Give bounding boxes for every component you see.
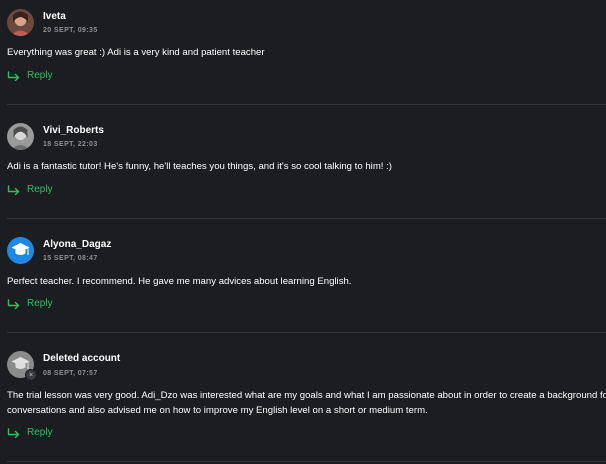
comment-text: Everything was great :) Adi is a very ki… <box>7 47 265 58</box>
reply-label: Reply <box>27 298 53 309</box>
comment-text: Adi is a fantastic tutor! He's funny, he… <box>7 161 392 172</box>
reply-label: Reply <box>27 70 53 81</box>
reply-arrow-icon <box>7 427 20 438</box>
author-name[interactable]: Vivi_Roberts <box>43 125 104 136</box>
comment-text: Perfect teacher. I recommend. He gave me… <box>7 276 352 287</box>
avatar[interactable] <box>7 123 34 150</box>
reply-arrow-icon <box>7 298 20 309</box>
comment-timestamp: 08 SEPT, 07:57 <box>43 370 98 377</box>
comment-divider <box>7 104 606 105</box>
close-icon: × <box>25 369 37 381</box>
reply-arrow-icon <box>7 70 20 81</box>
reply-button[interactable]: Reply <box>7 427 53 438</box>
comment-text: conversations and also advised me on how… <box>7 405 428 416</box>
comment-text: The trial lesson was very good. Adi_Dzo … <box>7 390 606 401</box>
comment-divider <box>7 218 606 219</box>
reply-label: Reply <box>27 184 53 195</box>
reply-button[interactable]: Reply <box>7 70 53 81</box>
comment-divider <box>7 332 606 333</box>
reply-label: Reply <box>27 427 53 438</box>
reply-arrow-icon <box>7 184 20 195</box>
reply-button[interactable]: Reply <box>7 184 53 195</box>
author-name[interactable]: Alyona_Dagaz <box>43 239 111 250</box>
comment-timestamp: 20 SEPT, 09:35 <box>43 27 98 34</box>
comment-divider <box>7 461 606 462</box>
avatar[interactable] <box>7 237 34 264</box>
avatar[interactable] <box>7 9 34 36</box>
comment-timestamp: 15 SEPT, 08:47 <box>43 255 98 262</box>
author-name[interactable]: Iveta <box>43 11 66 22</box>
author-name: Deleted account <box>43 353 121 364</box>
reply-button[interactable]: Reply <box>7 298 53 309</box>
comment-timestamp: 18 SEPT, 22:03 <box>43 141 98 148</box>
